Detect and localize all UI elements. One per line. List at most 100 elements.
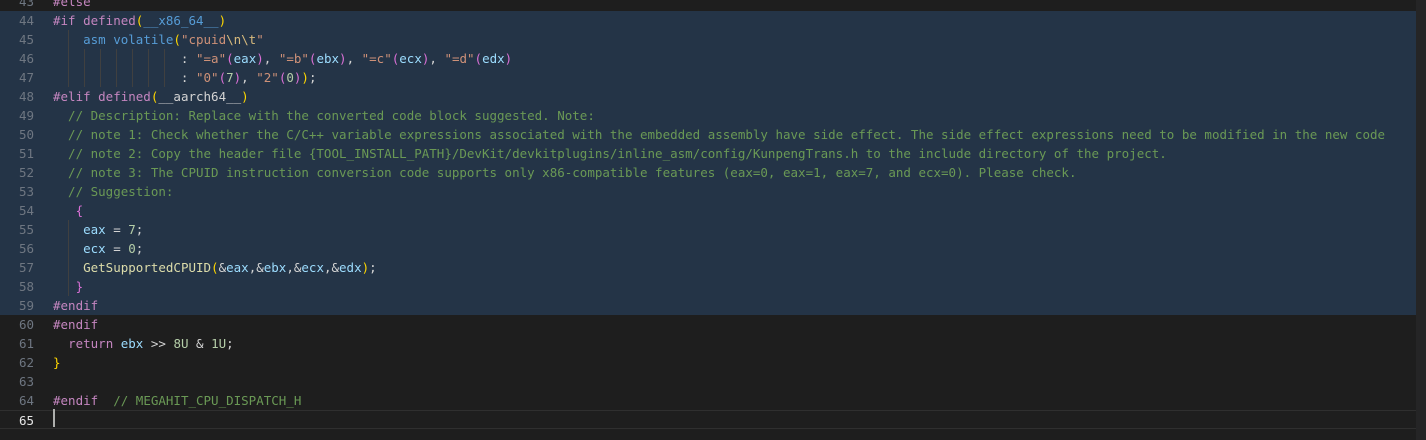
code-token: " xyxy=(256,32,264,47)
line-number: 47 xyxy=(18,70,34,85)
code-text: // note 1: Check whether the C/C++ varia… xyxy=(53,125,1385,144)
line-number: 55 xyxy=(18,222,34,237)
code-text: : "0"(7), "2"(0)); xyxy=(53,68,317,87)
code-line[interactable]: 62} xyxy=(0,353,1416,372)
line-number: 56 xyxy=(18,241,34,256)
code-token: #endif xyxy=(53,298,99,313)
code-token: ) xyxy=(361,260,370,275)
code-token: edx xyxy=(482,51,505,66)
code-token: ( xyxy=(226,51,234,66)
code-line[interactable]: 49 // Description: Replace with the conv… xyxy=(0,106,1416,125)
code-token: ; xyxy=(135,222,144,237)
code-text: // note 3: The CPUID instruction convers… xyxy=(53,163,1077,182)
code-token: eax xyxy=(226,260,249,275)
indent-guide xyxy=(68,220,69,296)
code-line[interactable]: 55 eax = 7; xyxy=(0,220,1416,239)
indent-guide xyxy=(100,49,101,87)
line-number: 50 xyxy=(18,127,34,142)
code-token: , xyxy=(346,51,362,66)
code-token: = xyxy=(105,222,129,237)
code-token: eax xyxy=(83,222,106,237)
line-number: 64 xyxy=(18,393,34,408)
code-token: // note 3: The CPUID instruction convers… xyxy=(53,165,1077,180)
code-token: #else xyxy=(53,0,91,9)
code-line[interactable]: 60 #endif xyxy=(0,315,1416,334)
code-token: >> xyxy=(143,336,174,351)
code-line[interactable]: 51 // note 2: Copy the header file {TOOL… xyxy=(0,144,1416,163)
code-token: \n\t xyxy=(226,32,257,47)
code-text: GetSupportedCPUID(&eax,&ebx,&ecx,&edx); xyxy=(53,258,377,277)
code-token: ebx xyxy=(120,336,144,351)
code-text: #elif defined(__aarch64__) xyxy=(53,87,249,106)
code-token: & xyxy=(188,336,212,351)
code-token: __aarch64__ xyxy=(158,89,242,104)
code-line[interactable]: 53 // Suggestion: xyxy=(0,182,1416,201)
code-text: { xyxy=(53,201,84,220)
indent-guide xyxy=(132,49,133,87)
code-line[interactable]: 46 : "=a"(eax), "=b"(ebx), "=c"(ecx), "=… xyxy=(0,49,1416,68)
code-token: #endif xyxy=(53,393,99,408)
code-token: 0 xyxy=(286,70,294,85)
code-text: } xyxy=(53,353,61,372)
code-token: ,& xyxy=(286,260,302,275)
code-token: : xyxy=(53,51,196,66)
code-token: 0 xyxy=(128,241,136,256)
code-token: "=d" xyxy=(444,51,475,66)
code-line[interactable]: 65 xyxy=(0,410,1416,429)
code-token: #endif xyxy=(53,317,99,332)
code-token: ; xyxy=(308,70,317,85)
code-token: } xyxy=(75,279,84,294)
code-line[interactable]: 45 asm volatile("cpuid\n\t" xyxy=(0,30,1416,49)
code-token: ) xyxy=(504,51,513,66)
code-text: #endif // MEGAHIT_CPU_DISPATCH_H xyxy=(53,391,301,410)
code-token: // MEGAHIT_CPU_DISPATCH_H xyxy=(113,393,302,408)
code-token: ( xyxy=(474,51,483,66)
code-line[interactable]: 54 { xyxy=(0,201,1416,220)
code-token: "0" xyxy=(196,70,219,85)
code-token: // Description: Replace with the convert… xyxy=(53,108,595,123)
code-token: // note 2: Copy the header file {TOOL_IN… xyxy=(53,146,1167,161)
code-token: : xyxy=(53,70,196,85)
code-token: ecx xyxy=(399,51,422,66)
code-text: #else xyxy=(53,0,91,11)
code-token: ,& xyxy=(248,260,264,275)
code-token: GetSupportedCPUID xyxy=(83,260,212,275)
code-line[interactable]: 44 #if defined(__x86_64__) xyxy=(0,11,1416,30)
code-line[interactable]: 48 #elif defined(__aarch64__) xyxy=(0,87,1416,106)
line-number: 48 xyxy=(18,89,34,104)
code-token: ecx xyxy=(83,241,106,256)
indent-guide xyxy=(164,49,165,87)
code-token: ; xyxy=(226,336,234,351)
code-line[interactable]: 58 } xyxy=(0,277,1416,296)
code-token: "=c" xyxy=(361,51,392,66)
code-line[interactable]: 59 #endif xyxy=(0,296,1416,315)
line-number: 52 xyxy=(18,165,34,180)
code-text: #endif xyxy=(53,296,98,315)
indent-guide xyxy=(84,49,85,87)
code-line[interactable]: 61 return ebx >> 8U & 1U; xyxy=(0,334,1416,353)
code-line[interactable]: 47 : "0"(7), "2"(0)); xyxy=(0,68,1416,87)
line-number: 65 xyxy=(18,413,34,428)
code-line[interactable]: 64 #endif // MEGAHIT_CPU_DISPATCH_H xyxy=(0,391,1416,410)
code-line[interactable]: 56 ecx = 0; xyxy=(0,239,1416,258)
code-token: , xyxy=(429,51,445,66)
code-editor[interactable]: 43 #else 44 #if defined(__x86_64__) 45 asm v… xyxy=(0,0,1426,440)
code-line[interactable]: 52 // note 3: The CPUID instruction conv… xyxy=(0,163,1416,182)
code-line[interactable]: 57 GetSupportedCPUID(&eax,&ebx,&ecx,&edx… xyxy=(0,258,1416,277)
code-token: // note 1: Check whether the C/C++ varia… xyxy=(53,127,1386,142)
line-number: 43 xyxy=(18,0,34,9)
line-number: 63 xyxy=(18,374,34,389)
line-number: 58 xyxy=(18,279,34,294)
code-token: #if defined xyxy=(53,13,136,28)
code-token: #elif defined xyxy=(53,89,151,104)
code-token: __x86_64__ xyxy=(143,13,219,28)
code-token: ; xyxy=(369,260,377,275)
code-token: , xyxy=(241,70,257,85)
vertical-scrollbar[interactable] xyxy=(1416,0,1426,440)
indent-guide xyxy=(116,49,117,87)
code-line[interactable]: 63 xyxy=(0,372,1416,391)
code-line[interactable]: 50 // note 1: Check whether the C/C++ va… xyxy=(0,125,1416,144)
code-line[interactable]: 43 #else xyxy=(0,0,1416,11)
